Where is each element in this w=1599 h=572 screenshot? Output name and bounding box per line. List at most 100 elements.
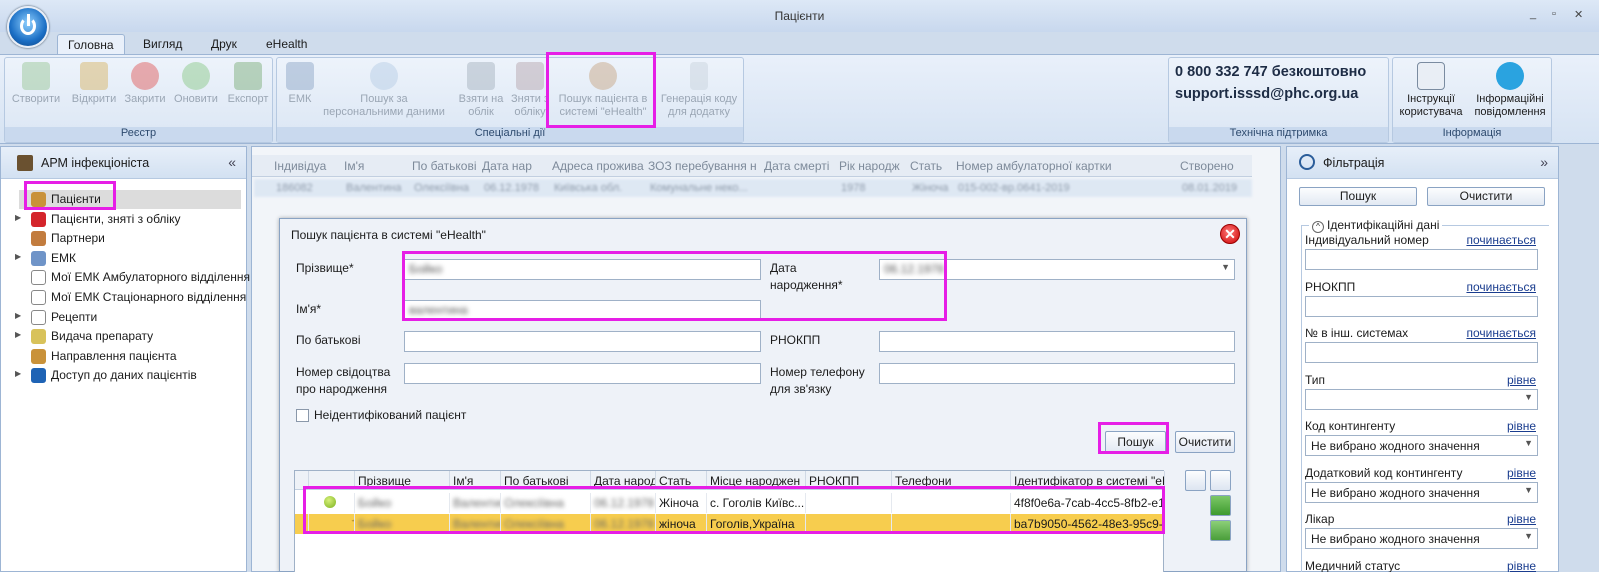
filter-mode-link[interactable]: починається [1466, 233, 1536, 247]
column-header[interactable]: По батькові [501, 471, 591, 490]
column-header[interactable]: Дата народ [591, 471, 656, 490]
tab-ehealth[interactable]: eHealth [256, 34, 317, 54]
column-header[interactable]: Дата нар [482, 159, 548, 173]
nav-item-label: Пацієнти, зняті з обліку [51, 211, 181, 226]
filter-mode-link[interactable]: починається [1466, 280, 1536, 294]
column-header[interactable]: РНОКПП [806, 471, 892, 490]
status-dot-icon [309, 493, 355, 513]
column-header[interactable]: Дата смерті [764, 159, 836, 173]
emk-button[interactable]: ЕМК [281, 62, 319, 106]
user-manual-button[interactable]: Інструкції користувача [1395, 62, 1467, 119]
column-header[interactable] [295, 471, 309, 490]
tab-home[interactable]: Головна [57, 34, 125, 54]
filter-mode-link[interactable]: рівне [1507, 466, 1536, 480]
filter-input[interactable]: ▼ [1305, 388, 1538, 410]
card-icon[interactable] [1210, 520, 1231, 541]
rnokpp-field[interactable] [879, 331, 1235, 352]
column-header[interactable] [309, 471, 355, 490]
table-row[interactable]: БойкоВалентинаОлексіївна06.12.1978Жіноча… [295, 493, 1165, 513]
refresh-button[interactable]: Оновити [170, 62, 222, 106]
nav-item[interactable]: Пацієнти [19, 190, 241, 209]
table-cell: жіноча [656, 514, 707, 534]
remove-registration-button[interactable]: Зняти з обліку [507, 62, 553, 119]
dob-field[interactable]: 06.12.1978 ▼ [879, 259, 1235, 280]
expand-arrow-icon[interactable]: ▶ [15, 369, 21, 378]
info-messages-button[interactable]: Інформаційні повідомлення [1469, 62, 1551, 119]
expand-arrow-icon[interactable]: ▶ [15, 252, 21, 261]
generate-code-button[interactable]: Генерація коду для додатку [655, 62, 743, 119]
filter-input[interactable] [1305, 295, 1538, 317]
column-header[interactable]: Ім'я [450, 471, 501, 490]
nav-item-label: Пацієнти [51, 192, 101, 206]
collapse-left-button[interactable]: « [228, 154, 236, 170]
open-button[interactable]: Відкрити [67, 62, 121, 106]
chevron-down-icon: ▼ [1524, 484, 1533, 495]
filter-mode-link[interactable]: рівне [1507, 559, 1536, 572]
column-header[interactable]: По батькові [412, 159, 478, 173]
filter-clear-button[interactable]: Очистити [1427, 187, 1545, 206]
expand-arrow-icon[interactable]: ▶ [15, 311, 21, 320]
table-cell: 08.01.2019 [1182, 182, 1238, 194]
close-window-button[interactable]: ✕ [1574, 8, 1583, 21]
export-button[interactable]: Експорт [224, 62, 272, 106]
window-title: Пацієнти [774, 9, 825, 23]
folder-icon[interactable] [1185, 470, 1206, 491]
filter-input[interactable]: Не вибрано жодного значення ▼ [1305, 481, 1538, 503]
identification-section-title[interactable]: ^ Ідентифікаційні дані [1309, 218, 1443, 233]
patronymic-field[interactable] [404, 331, 761, 352]
column-header[interactable]: Стать [656, 471, 707, 490]
filter-field-label: Додатковий код контингенту [1305, 465, 1463, 480]
column-header[interactable]: Номер амбулаторної картки [956, 159, 1176, 173]
filter-mode-link[interactable]: починається [1466, 326, 1536, 340]
column-header[interactable]: Рік народж [839, 159, 907, 173]
column-header[interactable]: Адреса прожива [552, 159, 644, 173]
expand-arrow-icon[interactable]: ▶ [15, 330, 21, 339]
sync-icon[interactable] [1210, 495, 1231, 516]
clear-button[interactable]: Очистити [1175, 431, 1235, 453]
name-field[interactable]: валентина [404, 300, 761, 321]
tab-view[interactable]: Вигляд [133, 34, 192, 54]
filter-input[interactable] [1305, 342, 1538, 363]
table-row[interactable]: ⚚БойкоВалентинаОлексіївна06.12.1978жіноч… [295, 514, 1165, 534]
take-registration-button[interactable]: Взяти на облік [453, 62, 509, 119]
birth-cert-field[interactable] [404, 363, 761, 384]
unidentified-checkbox[interactable] [296, 409, 309, 422]
column-header[interactable]: ЗОЗ перебування н [648, 159, 760, 173]
column-header[interactable]: Прізвище [355, 471, 450, 490]
column-header[interactable]: Індивідуа [274, 159, 340, 173]
column-header[interactable]: Телефони [892, 471, 1011, 490]
search-button[interactable]: Пошук [1105, 431, 1166, 453]
create-button[interactable]: Створити [9, 62, 63, 106]
table-row[interactable]: 186082 Валентина Олексіївна 06.12.1978 Київс… [254, 179, 1252, 197]
close-button[interactable]: Закрити [120, 62, 170, 106]
filter-input[interactable]: Не вибрано жодного значення ▼ [1305, 435, 1538, 456]
column-header[interactable]: Ім'я [344, 159, 408, 173]
filter-input[interactable] [1305, 249, 1538, 270]
phone-field[interactable] [879, 363, 1235, 384]
column-header[interactable]: Місце народжен [707, 471, 806, 490]
left-panel-header: АРМ інфекціоніста « [1, 147, 246, 179]
collapse-right-button[interactable]: » [1540, 154, 1548, 170]
search-personal-data-button[interactable]: Пошук за персональними даними [321, 62, 447, 119]
support-email[interactable]: support.isssd@phc.org.ua [1175, 86, 1358, 102]
maximize-button[interactable]: ▫ [1552, 8, 1556, 20]
column-header[interactable]: Стать [910, 159, 954, 173]
surname-field[interactable]: Бойко [404, 259, 761, 280]
column-header[interactable]: Ідентифікатор в системі "eH [1011, 471, 1165, 490]
expand-arrow-icon[interactable]: ▶ [15, 213, 21, 222]
dialog-close-icon[interactable]: ✕ [1220, 224, 1240, 244]
tab-print[interactable]: Друк [201, 34, 247, 54]
filter-input[interactable]: Не вибрано жодного значення ▼ [1305, 528, 1538, 549]
app-menu-button[interactable] [7, 6, 49, 48]
row-pointer-icon [295, 514, 309, 534]
filter-mode-link[interactable]: рівне [1507, 373, 1536, 387]
filter-search-button[interactable]: Пошук [1299, 187, 1417, 206]
filter-mode-link[interactable]: рівне [1507, 512, 1536, 526]
minimize-button[interactable]: _ [1530, 8, 1536, 20]
tools-icon[interactable] [1210, 470, 1231, 491]
filter-mode-link[interactable]: рівне [1507, 419, 1536, 433]
ehealth-patient-search-button[interactable]: Пошук пацієнта в системі "eHealth" [551, 62, 655, 119]
column-header[interactable]: Створено [1180, 159, 1250, 173]
table-cell [892, 514, 1011, 534]
filter-field-label: Код контингенту [1305, 419, 1396, 433]
